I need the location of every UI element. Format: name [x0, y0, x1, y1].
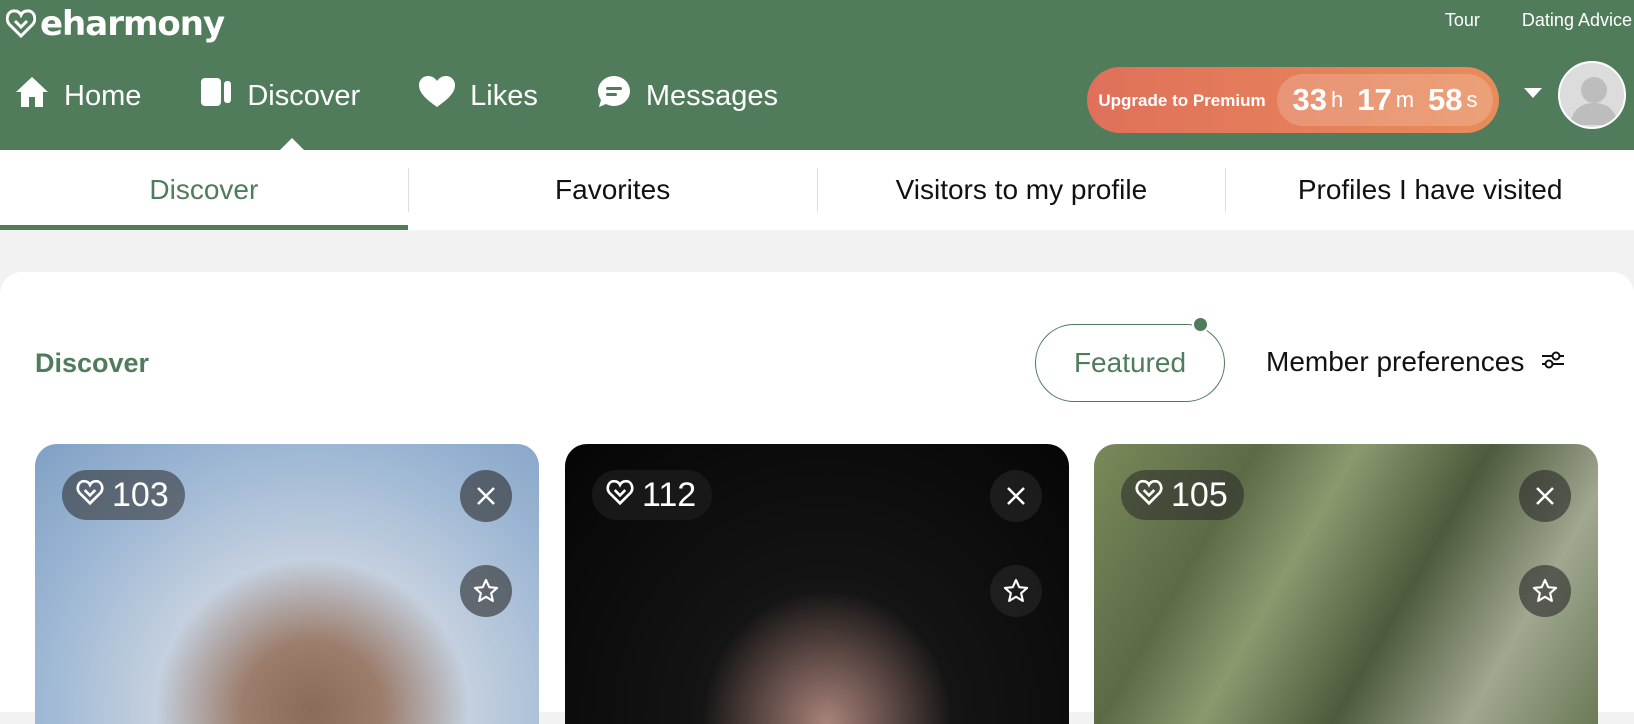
tab-favorites[interactable]: Favorites [409, 150, 817, 230]
avatar[interactable] [1558, 61, 1626, 129]
dating-advice-link[interactable]: Dating Advice [1522, 10, 1632, 31]
nav-discover-label: Discover [247, 79, 361, 112]
profile-card[interactable]: 105 [1094, 444, 1598, 724]
main-nav: Home Discover Likes Messages [14, 74, 836, 118]
top-links: Tour Dating Advice [1445, 10, 1634, 31]
nav-likes-label: Likes [470, 79, 538, 112]
timer-seconds-unit: s [1466, 87, 1478, 112]
account-dropdown-caret-icon[interactable] [1524, 88, 1542, 98]
compatibility-score: 103 [62, 470, 185, 520]
timer-seconds: 58 [1428, 82, 1463, 117]
timer-hours-unit: h [1330, 87, 1344, 112]
dismiss-button[interactable] [460, 470, 512, 522]
notification-dot [1192, 316, 1209, 333]
member-preferences-button[interactable]: Member preferences [1266, 346, 1566, 378]
nav-home-label: Home [64, 79, 142, 112]
tour-link[interactable]: Tour [1445, 10, 1480, 31]
star-icon [1532, 578, 1558, 602]
heart-icon [418, 75, 456, 117]
star-icon [473, 578, 499, 602]
nav-messages[interactable]: Messages [596, 74, 778, 118]
top-header: eharmony Tour Dating Advice Home Discove… [0, 0, 1634, 151]
compatibility-score-value: 105 [1171, 475, 1228, 514]
profile-card[interactable]: 103 [35, 444, 539, 724]
tab-profiles-visited[interactable]: Profiles I have visited [1226, 150, 1634, 230]
eharmony-logo[interactable]: eharmony [5, 4, 225, 44]
home-icon [14, 75, 50, 117]
profile-card[interactable]: 112 [565, 444, 1069, 724]
compatibility-score: 112 [592, 470, 713, 520]
favorite-button[interactable] [460, 565, 512, 617]
sliders-icon [1540, 346, 1566, 378]
favorite-button[interactable] [1519, 565, 1571, 617]
compatibility-score-value: 112 [642, 475, 697, 514]
timer-minutes-unit: m [1395, 87, 1415, 112]
upgrade-label: Upgrade to Premium [1098, 90, 1266, 110]
star-icon [1003, 578, 1029, 602]
compatibility-heart-icon [1135, 476, 1163, 515]
nav-messages-label: Messages [645, 79, 779, 112]
tab-visitors[interactable]: Visitors to my profile [818, 150, 1226, 230]
discover-panel: Discover Featured Member preferences 103… [0, 272, 1634, 724]
nav-home[interactable]: Home [14, 74, 141, 118]
close-icon [1007, 487, 1025, 505]
featured-button[interactable]: Featured [1035, 324, 1225, 402]
close-icon [477, 487, 495, 505]
close-icon [1536, 487, 1554, 505]
dismiss-button[interactable] [1519, 470, 1571, 522]
compatibility-heart-icon [606, 476, 634, 515]
chat-icon [596, 74, 632, 118]
timer-minutes: 17 [1357, 82, 1392, 117]
logo-text: eharmony [40, 4, 225, 44]
discover-subtabs: Discover Favorites Visitors to my profil… [0, 150, 1634, 230]
dismiss-button[interactable] [990, 470, 1042, 522]
nav-discover[interactable]: Discover [199, 74, 360, 118]
favorite-button[interactable] [990, 565, 1042, 617]
tab-discover[interactable]: Discover [0, 150, 408, 230]
upgrade-premium-button[interactable]: Upgrade to Premium 33 h 17 m 58 s [1087, 67, 1499, 133]
countdown-timer: 33 h 17 m 58 s [1277, 74, 1493, 126]
compatibility-score: 105 [1121, 470, 1244, 520]
compatibility-score-value: 103 [112, 475, 169, 514]
user-silhouette-icon [1570, 77, 1618, 125]
compatibility-heart-icon [76, 476, 104, 515]
cards-icon [199, 75, 233, 117]
nav-likes[interactable]: Likes [418, 74, 538, 118]
timer-hours: 33 [1292, 82, 1327, 117]
page-title: Discover [35, 348, 150, 378]
logo-heart-icon [5, 5, 37, 44]
member-preferences-label: Member preferences [1266, 346, 1525, 377]
